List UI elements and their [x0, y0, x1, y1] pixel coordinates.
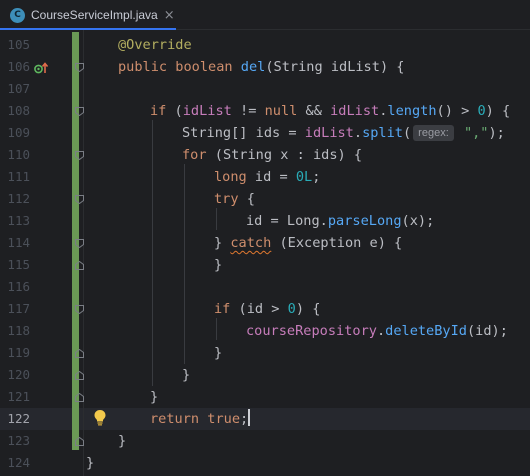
line-number: 112 — [7, 191, 30, 206]
indent-guide — [216, 208, 217, 230]
line-number: 105 — [7, 37, 30, 52]
line-number: 114 — [7, 235, 30, 250]
line-number: 111 — [7, 169, 30, 184]
line-number: 122 — [7, 411, 30, 426]
fold-marker-icon[interactable] — [75, 239, 84, 248]
code-line[interactable]: 113 id = Long.parseLong(x); — [0, 210, 530, 232]
code-text: } — [118, 433, 127, 449]
code-text: @Override — [118, 37, 192, 53]
code-text: } — [182, 367, 191, 383]
fold-end-icon[interactable] — [75, 349, 84, 358]
line-number: 110 — [7, 147, 30, 162]
parameter-hint: regex: — [413, 125, 454, 141]
code-text: } catch (Exception e) { — [214, 235, 403, 251]
code-line[interactable]: 111 long id = 0L; — [0, 166, 530, 188]
code-text: try { — [214, 191, 255, 207]
code-text: long id = 0L; — [214, 169, 321, 185]
tab-title: CourseServiceImpl.java — [31, 8, 158, 22]
code-line[interactable]: 116 — [0, 276, 530, 298]
implements-up-arrow-icon[interactable] — [34, 60, 49, 79]
code-text: } — [86, 455, 95, 471]
current-code-line[interactable]: 122 return true; — [0, 408, 530, 430]
code-text: } — [214, 257, 223, 273]
fold-marker-icon[interactable] — [75, 151, 84, 160]
indent-guide — [216, 318, 217, 340]
line-number: 115 — [7, 257, 30, 272]
fold-marker-icon[interactable] — [75, 107, 84, 116]
code-text: if (id > 0) { — [214, 301, 321, 317]
line-number: 113 — [7, 213, 30, 228]
line-number: 120 — [7, 367, 30, 382]
line-number: 123 — [7, 433, 30, 448]
code-line[interactable]: 124 } — [0, 452, 530, 474]
code-text: } — [150, 389, 159, 405]
fold-marker-icon[interactable] — [75, 63, 84, 72]
line-number: 124 — [7, 455, 30, 470]
fold-end-icon[interactable] — [75, 261, 84, 270]
code-line[interactable]: 107 — [0, 78, 530, 100]
line-number: 116 — [7, 279, 30, 294]
close-icon[interactable]: × — [164, 8, 175, 23]
fold-marker-icon[interactable] — [75, 305, 84, 314]
line-number: 107 — [7, 81, 30, 96]
code-text: id = Long.parseLong(x); — [246, 213, 435, 229]
line-number: 109 — [7, 125, 30, 140]
text-caret — [248, 409, 251, 426]
lightbulb-icon[interactable] — [93, 409, 107, 430]
line-number: 119 — [7, 345, 30, 360]
code-text: courseRepository.deleteById(id); — [246, 323, 508, 339]
line-number: 106 — [7, 59, 30, 74]
fold-end-icon[interactable] — [75, 437, 84, 446]
fold-end-icon[interactable] — [75, 371, 84, 380]
code-text: for (String x : ids) { — [182, 147, 363, 163]
indent-guide — [184, 164, 185, 364]
code-text: public boolean del(String idList) { — [118, 59, 405, 75]
code-text: if (idList != null && idList.length() > … — [150, 103, 511, 119]
code-text: } — [214, 345, 223, 361]
code-editor[interactable]: 105 @Override 106 public boolean del(Str… — [0, 30, 530, 476]
line-number: 121 — [7, 389, 30, 404]
code-line[interactable]: 109 String[] ids = idList.split(regex: "… — [0, 122, 530, 144]
line-number: 108 — [7, 103, 30, 118]
code-text: String[] ids = idList.split(regex: ","); — [182, 125, 505, 141]
tab-course-service-impl[interactable]: C CourseServiceImpl.java × — [0, 0, 176, 30]
editor-tab-bar: C CourseServiceImpl.java × — [0, 0, 530, 30]
indent-guide — [152, 120, 153, 386]
warning-squiggle: catch — [230, 235, 272, 251]
line-number: 117 — [7, 301, 30, 316]
code-line[interactable]: 118 courseRepository.deleteById(id); — [0, 320, 530, 342]
java-class-icon: C — [10, 7, 25, 23]
code-text: return true; — [150, 409, 251, 427]
fold-marker-icon[interactable] — [75, 195, 84, 204]
fold-end-icon[interactable] — [75, 393, 84, 402]
line-number: 118 — [7, 323, 30, 338]
code-line[interactable]: 105 @Override — [0, 34, 530, 56]
